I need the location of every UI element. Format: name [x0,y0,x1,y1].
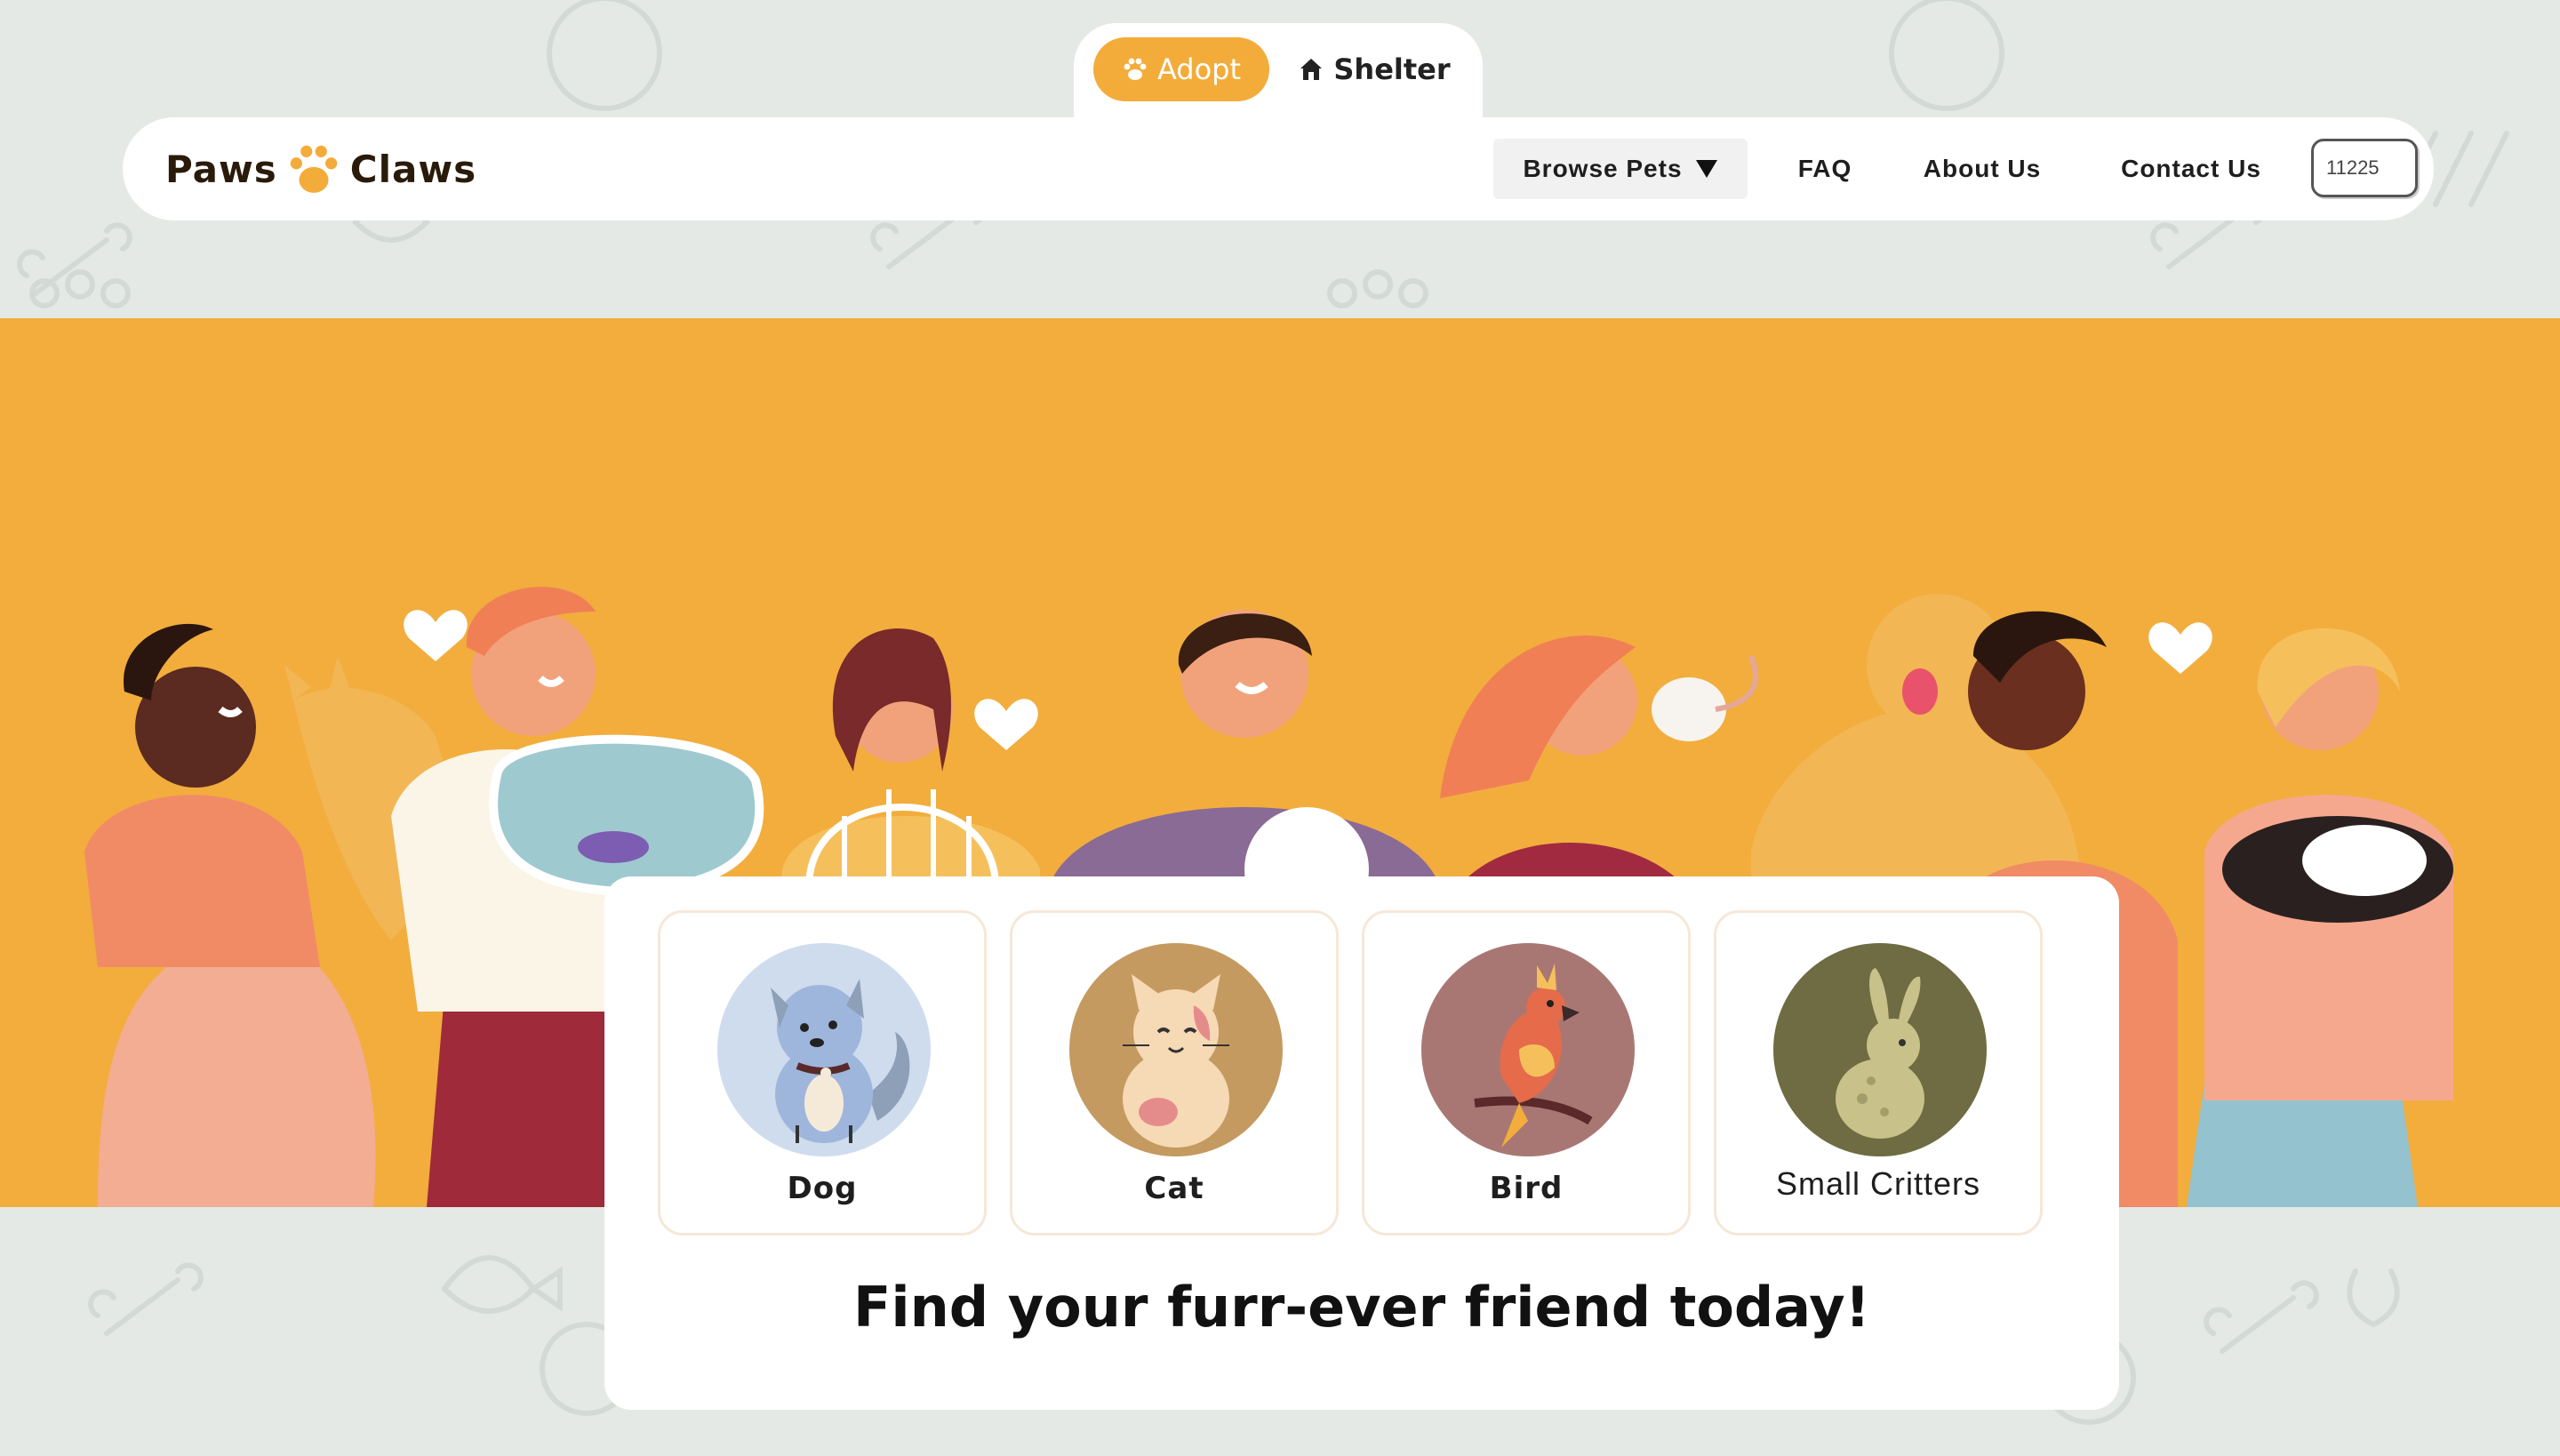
category-label: Dog [787,1171,858,1206]
paw-icon [1124,58,1147,80]
adopt-button[interactable]: Adopt [1093,37,1269,101]
category-label: Cat [1144,1171,1204,1206]
cat-icon [1069,943,1283,1156]
nav-faq-link[interactable]: FAQ [1776,139,1874,199]
logo-text-left: Paws [165,147,277,191]
nav-about-link[interactable]: About Us [1893,139,2071,199]
category-cat[interactable]: Cat [1010,910,1339,1236]
category-label: Small Critters [1775,1165,1981,1202]
shelter-label: Shelter [1333,52,1451,86]
zip-code-input[interactable] [2311,139,2418,197]
adopt-label: Adopt [1156,52,1242,86]
mode-toggle: Adopt Shelter [1074,23,1483,130]
nav-contact-link[interactable]: Contact Us [2089,139,2293,199]
logo-text-right: Claws [349,147,477,191]
category-small-critters[interactable]: Small Critters [1714,910,2043,1236]
rabbit-icon [1773,943,1987,1156]
paw-icon [290,145,338,193]
category-dog[interactable]: Dog [658,910,987,1236]
caret-down-icon [1695,160,1717,178]
browse-pets-label: Browse Pets [1523,155,1683,182]
category-card: Dog Cat Bird Small Critters Find your fu… [604,876,2119,1410]
dog-icon [717,943,931,1156]
bird-icon [1421,943,1635,1156]
category-bird[interactable]: Bird [1362,910,1691,1236]
browse-pets-dropdown[interactable]: Browse Pets [1493,139,1748,199]
navbar: Paws Claws Browse Pets FAQ About Us Cont… [123,117,2434,220]
tagline: Find your furr-ever friend today! [853,1275,1870,1340]
house-icon [1300,59,1323,80]
shelter-button[interactable]: Shelter [1285,37,1463,101]
logo[interactable]: Paws Claws [165,140,476,197]
category-label: Bird [1489,1171,1564,1206]
